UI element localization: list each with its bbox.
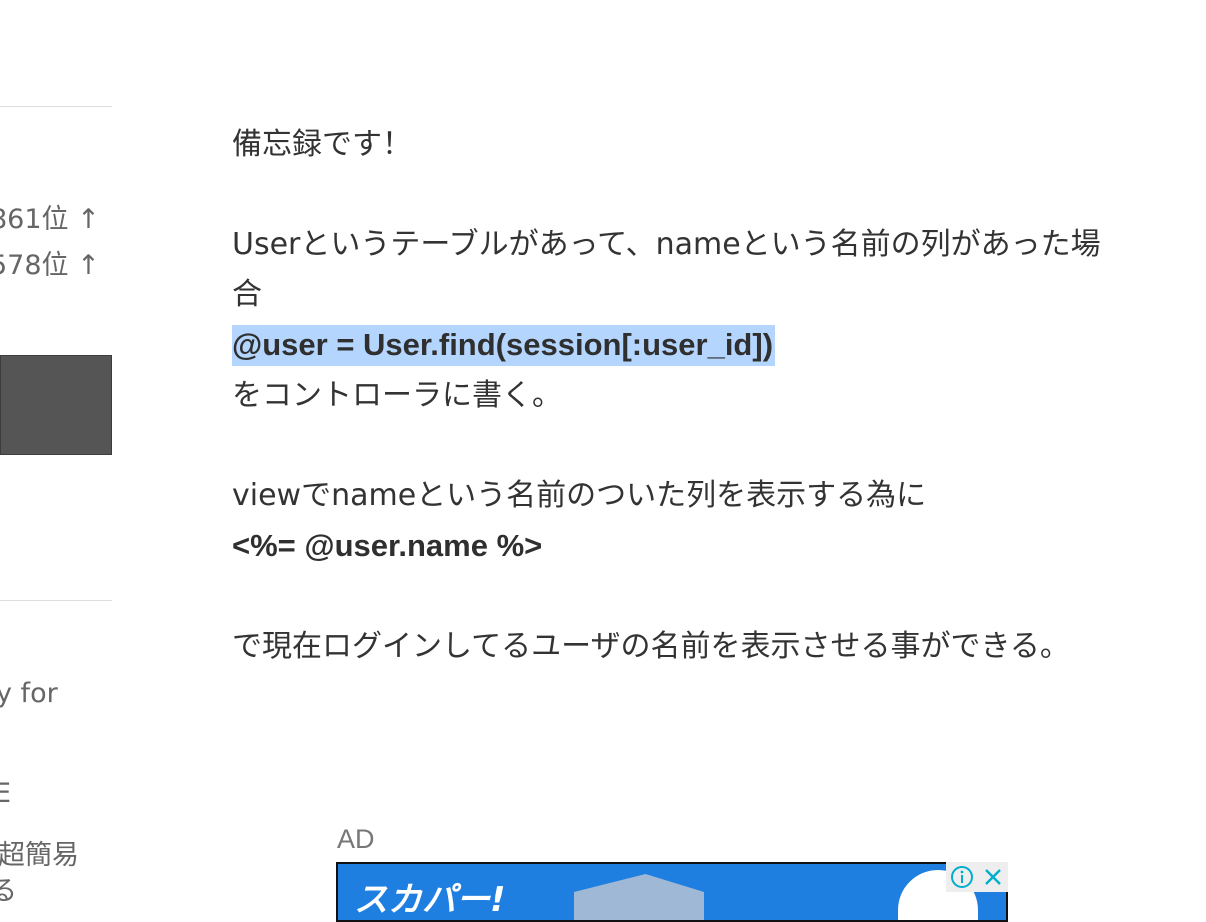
ad-graphic [574,874,704,920]
code-snippet-controller: @user = User.find(session[:user_id]) [232,320,1102,371]
article-text: Userというテーブルがあって、nameという名前の列があった場合 [232,227,1101,312]
close-icon[interactable] [977,862,1008,892]
article-text: viewでnameという名前のついた列を表示する為に [232,478,927,513]
sidebar-link-3[interactable]: 超簡易 [0,842,79,869]
article-body: 備忘録です！ Userというテーブルがあって、nameという名前の列があった場合… [232,120,1102,672]
sidebar-banner[interactable] [0,355,112,455]
sidebar-link-4[interactable]: る [0,878,17,905]
ranking-item-2[interactable]: 578位 ↑ [0,252,100,279]
sidebar-divider [0,106,112,107]
article-text: をコントローラに書く。 [232,378,562,413]
article-text: 備忘録です！ [232,127,412,162]
info-icon[interactable] [946,862,977,892]
article-text: で現在ログインしてるユーザの名前を表示させる事ができる。 [232,629,1070,664]
ranking-item-1[interactable]: 861位 ↑ [0,206,100,233]
ad-banner-text: スカパー! [354,880,506,920]
ad-label: AD [337,824,375,854]
selected-code: @user = User.find(session[:user_id]) [232,325,776,366]
sidebar: 861位 ↑ 578位 ↑ y for E 超簡易 る [0,0,112,908]
sidebar-link-2[interactable]: E [0,780,11,807]
sidebar-link-1[interactable]: y for [0,680,58,707]
ad-banner[interactable]: スカパー! [336,862,1008,922]
ad-controls [946,862,1008,892]
view-code: <%= @user.name %> [232,528,543,563]
sidebar-divider [0,600,112,601]
code-snippet-view: <%= @user.name %> [232,521,1102,572]
